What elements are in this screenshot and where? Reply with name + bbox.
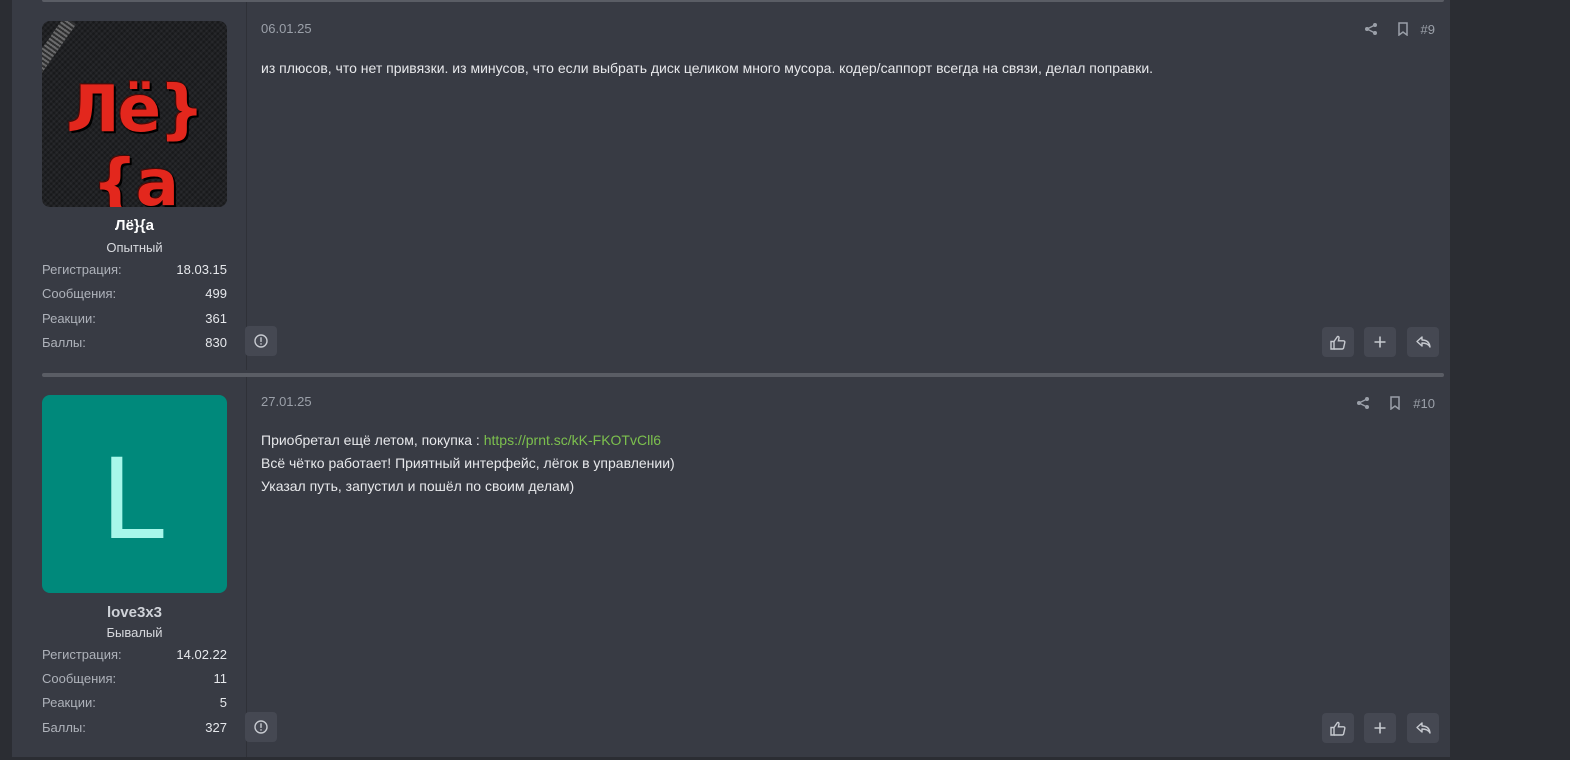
- post-number[interactable]: #9: [1421, 22, 1435, 37]
- post-line: из плюсов, что нет привязки. из минусов,…: [261, 60, 1154, 76]
- stat-value: 11: [213, 671, 228, 686]
- stat-points: Баллы: 327: [42, 720, 227, 738]
- post-line-text: Приобретал ещё летом, покупка :: [261, 432, 484, 448]
- username[interactable]: Лё}{а: [42, 217, 227, 234]
- stat-value: 14.02.22: [176, 647, 227, 662]
- stat-value: 361: [205, 311, 227, 326]
- stat-label: Реакции:: [42, 311, 96, 326]
- stat-messages: Сообщения: 11: [42, 671, 227, 689]
- post-link[interactable]: https://prnt.sc/kK-FKOTvCll6: [484, 432, 661, 448]
- thread-container: Лё}{а Лё}{а Опытный Регистрация: 18.03.1…: [12, 0, 1450, 757]
- stat-registration: Регистрация: 18.03.15: [42, 262, 227, 280]
- zipper-decoration: [42, 21, 76, 74]
- stat-label: Сообщения:: [42, 671, 117, 686]
- report-button[interactable]: [245, 712, 277, 742]
- stat-messages: Сообщения: 499: [42, 286, 227, 304]
- post-line: Указал путь, запустил и пошёл по своим д…: [261, 478, 575, 494]
- user-title: Бывалый: [106, 625, 163, 640]
- user-info-panel: L love3x3 Бывалый Регистрация: 14.02.22 …: [24, 377, 247, 757]
- bookmark-icon[interactable]: [1379, 396, 1411, 410]
- stat-points: Баллы: 830: [42, 335, 227, 353]
- username[interactable]: love3x3: [42, 604, 227, 621]
- report-button[interactable]: [245, 326, 277, 356]
- post-line: Приобретал ещё летом, покупка : https://…: [261, 429, 1441, 452]
- stat-value: 499: [205, 286, 227, 301]
- share-icon[interactable]: [1347, 396, 1379, 410]
- avatar-logo-text: Лё}{а: [66, 73, 204, 207]
- post-divider: [42, 0, 1444, 2]
- post-body: Приобретал ещё летом, покупка : https://…: [261, 429, 1441, 498]
- thumbs-up-icon: [1330, 721, 1346, 736]
- plus-icon: [1374, 336, 1386, 348]
- stat-reactions: Реакции: 361: [42, 311, 227, 329]
- post-date[interactable]: 06.01.25: [261, 21, 312, 36]
- stat-value: 830: [205, 335, 227, 350]
- add-reaction-button[interactable]: [1364, 327, 1396, 357]
- plus-icon: [1374, 722, 1386, 734]
- avatar[interactable]: L: [42, 395, 227, 593]
- post-date[interactable]: 27.01.25: [261, 394, 312, 409]
- avatar-letter: L: [101, 432, 168, 564]
- stat-registration: Регистрация: 14.02.22: [42, 647, 227, 665]
- report-icon: [254, 334, 268, 348]
- stat-label: Сообщения:: [42, 286, 117, 301]
- share-icon[interactable]: [1355, 22, 1387, 36]
- stat-reactions: Реакции: 5: [42, 695, 227, 713]
- stat-label: Баллы:: [42, 335, 86, 350]
- stat-label: Реакции:: [42, 695, 96, 710]
- post-header-actions: #9: [1355, 19, 1435, 39]
- reply-button[interactable]: [1407, 327, 1439, 357]
- like-button[interactable]: [1322, 713, 1354, 743]
- stat-value: 18.03.15: [176, 262, 227, 277]
- reply-icon: [1415, 336, 1431, 348]
- reply-button[interactable]: [1407, 713, 1439, 743]
- avatar[interactable]: Лё}{а: [42, 21, 227, 207]
- user-info-panel: Лё}{а Лё}{а Опытный Регистрация: 18.03.1…: [24, 2, 247, 370]
- post-header-actions: #10: [1347, 393, 1435, 413]
- stat-value: 327: [205, 720, 227, 735]
- post-body: из плюсов, что нет привязки. из минусов,…: [261, 57, 1441, 80]
- post-line: Всё чётко работает! Приятный интерфейс, …: [261, 455, 675, 471]
- post-divider: [42, 373, 1444, 377]
- user-title: Опытный: [106, 240, 163, 255]
- stat-label: Регистрация:: [42, 262, 122, 277]
- add-reaction-button[interactable]: [1364, 713, 1396, 743]
- bookmark-icon[interactable]: [1387, 22, 1419, 36]
- reply-icon: [1415, 722, 1431, 734]
- stat-label: Баллы:: [42, 720, 86, 735]
- thumbs-up-icon: [1330, 335, 1346, 350]
- report-icon: [254, 720, 268, 734]
- stat-label: Регистрация:: [42, 647, 122, 662]
- like-button[interactable]: [1322, 327, 1354, 357]
- post-number[interactable]: #10: [1413, 396, 1435, 411]
- stat-value: 5: [219, 695, 227, 710]
